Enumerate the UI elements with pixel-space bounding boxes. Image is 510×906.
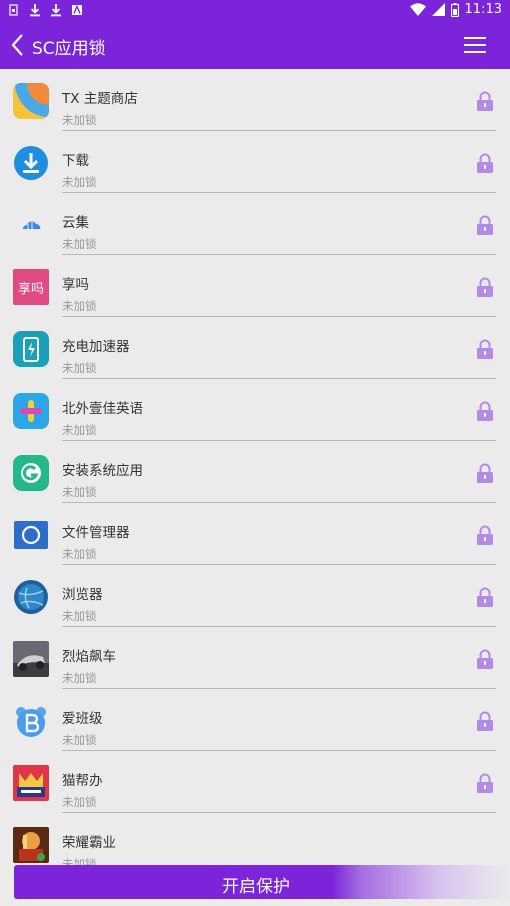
- lock-icon[interactable]: [476, 339, 494, 359]
- lock-status: 未加锁: [62, 547, 97, 561]
- app-name: 荣耀霸业: [62, 835, 116, 851]
- sim-icon: [9, 4, 18, 16]
- lock-icon[interactable]: [476, 401, 494, 421]
- lock-icon[interactable]: [476, 773, 494, 793]
- app-row[interactable]: 浏览器 未加锁: [0, 565, 510, 627]
- app-row[interactable]: TX 主题商店 未加锁: [0, 69, 510, 131]
- lock-icon[interactable]: [476, 711, 494, 731]
- lock-icon[interactable]: [476, 277, 494, 297]
- wifi-icon: [409, 3, 426, 16]
- status-time: 11:13: [464, 2, 502, 17]
- app-list: TX 主题商店 未加锁 下载 未加锁 云集 未加锁 享吗 享吗 未加锁 充电加速…: [0, 69, 510, 866]
- lock-status: 未加锁: [62, 113, 97, 127]
- app-row[interactable]: 烈焰飙车 未加锁: [0, 627, 510, 689]
- lock-icon[interactable]: [476, 525, 494, 545]
- app-name: 安装系统应用: [62, 463, 143, 479]
- app-name: 浏览器: [62, 587, 103, 603]
- download-app-icon: [13, 145, 49, 181]
- app-name: 充电加速器: [62, 339, 130, 355]
- cat-help-icon: [13, 765, 49, 801]
- chevron-left-icon[interactable]: [9, 32, 27, 58]
- app-name: 爱班级: [62, 711, 103, 727]
- app-name: 下载: [62, 153, 89, 169]
- lock-status: 未加锁: [62, 237, 97, 251]
- lock-icon[interactable]: [476, 463, 494, 483]
- app-name: 烈焰飙车: [62, 649, 116, 665]
- app-name: 云集: [62, 215, 89, 231]
- app-name: 享吗: [62, 277, 89, 293]
- app-row[interactable]: 充电加速器 未加锁: [0, 317, 510, 379]
- hamburger-menu-icon[interactable]: [462, 35, 488, 55]
- english-app-icon: [13, 393, 49, 429]
- app-name: 猫帮办: [62, 773, 103, 789]
- racing-game-icon: [13, 641, 49, 677]
- charging-icon: [13, 331, 49, 367]
- app-row[interactable]: 爱班级 未加锁: [0, 689, 510, 751]
- notification-a-icon: [72, 4, 82, 15]
- lock-icon[interactable]: [476, 153, 494, 173]
- signal-icon: [431, 3, 445, 16]
- lock-icon[interactable]: [476, 649, 494, 669]
- lock-status: 未加锁: [62, 795, 97, 809]
- app-name: TX 主题商店: [62, 91, 138, 107]
- app-row[interactable]: 北外壹佳英语 未加锁: [0, 379, 510, 441]
- class-app-icon: [13, 703, 49, 739]
- download-icon: [51, 4, 61, 17]
- enable-protection-label: 开启保护: [222, 877, 290, 897]
- lock-status: 未加锁: [62, 299, 97, 313]
- lock-icon[interactable]: [476, 215, 494, 235]
- lock-status: 未加锁: [62, 485, 97, 499]
- install-icon: [13, 455, 49, 491]
- app-row[interactable]: 享吗 享吗 未加锁: [0, 255, 510, 317]
- enable-protection-button[interactable]: 开启保护: [14, 865, 510, 899]
- xiangma-icon: 享吗: [13, 269, 49, 305]
- strategy-game-icon: [13, 827, 49, 863]
- lock-icon[interactable]: [476, 91, 494, 111]
- app-row[interactable]: 猫帮办 未加锁: [0, 751, 510, 813]
- lock-status: 未加锁: [62, 423, 97, 437]
- battery-icon: [450, 2, 459, 17]
- app-name: 文件管理器: [62, 525, 130, 541]
- lock-status: 未加锁: [62, 733, 97, 747]
- lock-status: 未加锁: [62, 361, 97, 375]
- download-icon: [30, 4, 40, 17]
- lock-status: 未加锁: [62, 609, 97, 623]
- app-name: 北外壹佳英语: [62, 401, 143, 417]
- app-row[interactable]: 云集 未加锁: [0, 193, 510, 255]
- theme-store-icon: [13, 83, 49, 119]
- app-bar: SC应用锁: [0, 22, 510, 69]
- lock-status: 未加锁: [62, 175, 97, 189]
- app-row[interactable]: 下载 未加锁: [0, 131, 510, 193]
- app-row[interactable]: 荣耀霸业 未加锁: [0, 813, 510, 866]
- xiangma-icon-text: 享吗: [17, 282, 44, 297]
- lock-status: 未加锁: [62, 671, 97, 685]
- lock-icon[interactable]: [476, 587, 494, 607]
- app-row[interactable]: 文件管理器 未加锁: [0, 503, 510, 565]
- page-title: SC应用锁: [32, 39, 106, 59]
- status-bar: 11:13: [0, 0, 510, 22]
- browser-icon: [13, 579, 49, 615]
- file-manager-icon: [13, 517, 49, 553]
- app-row[interactable]: 安装系统应用 未加锁: [0, 441, 510, 503]
- yunji-icon: [13, 207, 49, 243]
